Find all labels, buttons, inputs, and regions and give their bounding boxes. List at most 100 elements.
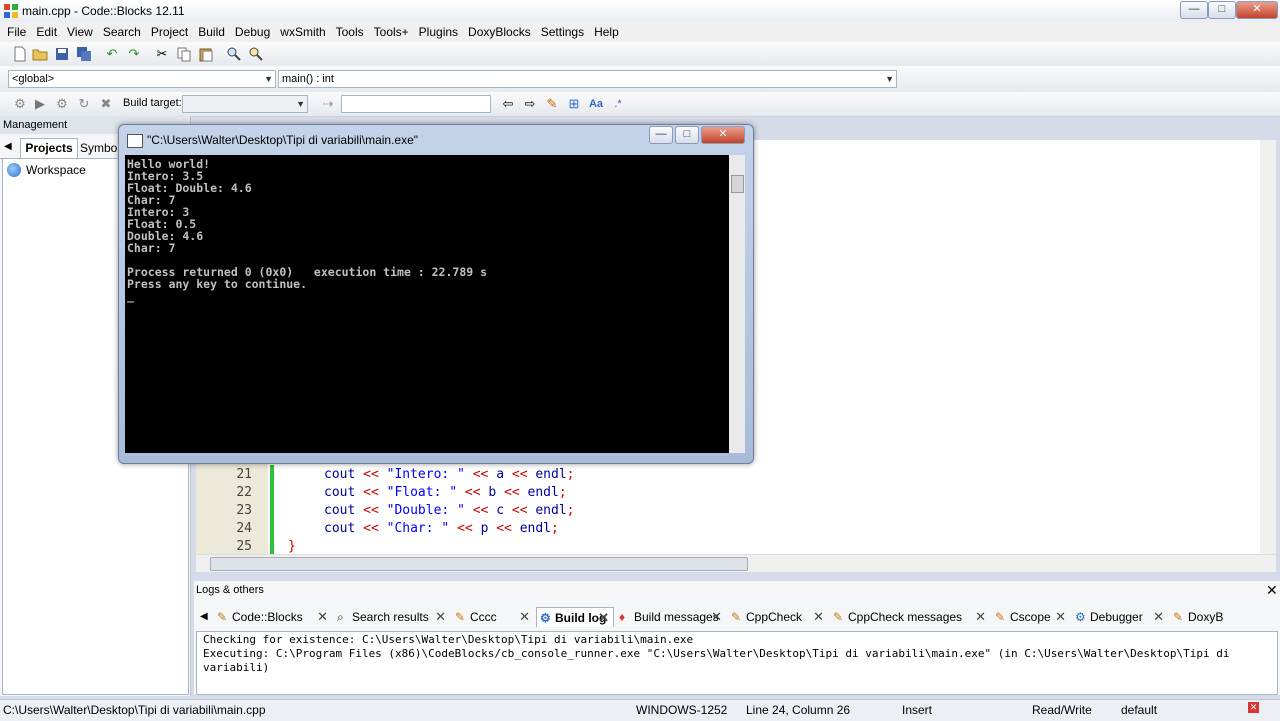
menu-file[interactable]: File [2,25,31,39]
log-tab-label: Build messages [634,610,719,624]
horizontal-scroll-thumb[interactable] [210,557,748,571]
minimize-button[interactable]: — [1180,1,1208,19]
menu-doxyblocks[interactable]: DoxyBlocks [463,25,536,39]
copy-icon[interactable] [176,46,192,62]
log-tab-debugger[interactable]: ⚙ Debugger ✕ [1072,607,1168,627]
regex-icon[interactable]: .* [610,96,626,112]
code-line[interactable]: 22 cout << "Float: " << b << endl; [196,484,1256,502]
open-folder-icon[interactable] [32,46,48,62]
menu-help[interactable]: Help [589,25,624,39]
menu-build[interactable]: Build [193,25,230,39]
code-token: << [504,467,536,482]
console-window[interactable]: "C:\Users\Walter\Desktop\Tipi di variabi… [118,124,754,464]
maximize-button[interactable]: □ [1208,1,1236,19]
close-button[interactable]: ✕ [1236,1,1278,19]
redo-icon[interactable]: ↷ [126,46,142,62]
log-tab-cppcheck[interactable]: ✎ CppCheck ✕ [728,607,828,627]
window-title-bar[interactable]: main.cpp - Code::Blocks 12.11 — □ ✕ [0,0,1280,22]
log-tab-build-log[interactable]: ⚙ Build log ✕ [536,607,614,627]
logs-scroll-left-icon[interactable]: ◀ [200,611,208,622]
selection-icon[interactable]: ⊞ [566,96,582,112]
close-tab-icon[interactable]: ✕ [317,607,328,627]
menu-view[interactable]: View [62,25,98,39]
close-tab-icon[interactable]: ✕ [813,607,824,627]
run-icon[interactable]: ▶ [32,96,48,112]
jump-icon[interactable]: ⇢ [320,96,336,112]
code-token: << [488,521,520,536]
code-token: << [457,485,489,500]
paste-icon[interactable] [198,46,214,62]
code-token: "Double: " [386,503,465,518]
log-tab-label: CppCheck messages [848,610,963,624]
gear-icon: ⚙ [540,611,551,625]
new-file-icon[interactable] [12,46,28,62]
code-token: endl [527,485,559,500]
log-tab-search-results[interactable]: ⌕ Search results ✕ [334,607,450,627]
status-file-path: C:\Users\Walter\Desktop\Tipi di variabil… [3,703,266,717]
tree-item-workspace[interactable]: Workspace [26,163,86,177]
editor-horizontal-scrollbar[interactable] [196,554,1276,572]
menu-tools-plus[interactable]: Tools+ [369,25,414,39]
cut-icon[interactable]: ✂ [154,46,170,62]
menu-edit[interactable]: Edit [31,25,62,39]
code-line[interactable]: 21 cout << "Intero: " << a << endl; [196,466,1256,484]
search-input[interactable] [341,95,491,113]
undo-icon[interactable]: ↶ [104,46,120,62]
console-close-button[interactable]: ✕ [701,126,745,144]
build-gear-icon[interactable]: ⚙ [12,96,28,112]
logs-close-icon[interactable]: ✕ [1266,582,1278,599]
log-tab-code-blocks[interactable]: ✎ Code::Blocks ✕ [214,607,332,627]
menu-search[interactable]: Search [98,25,146,39]
tab-scroll-left-icon[interactable]: ◀ [4,141,12,152]
find-icon[interactable] [226,46,242,62]
log-tab-cccc[interactable]: ✎ Cccc ✕ [452,607,534,627]
console-minimize-button[interactable]: — [649,126,673,144]
menu-plugins[interactable]: Plugins [414,25,463,39]
compiler-toolbar: ⚙ ▶ ⚙ ↻ ✖ Build target: ▼ ⇢ ⇦ ⇨ ✎ ⊞ Aa .… [0,92,1280,117]
close-tab-icon[interactable]: ✕ [711,607,722,627]
build-target-dropdown[interactable]: ▼ [182,95,308,113]
close-tab-icon[interactable]: ✕ [975,607,986,627]
close-tab-icon[interactable]: ✕ [435,607,446,627]
code-line[interactable]: 23 cout << "Double: " << c << endl; [196,502,1256,520]
menu-tools[interactable]: Tools [331,25,369,39]
scope-dropdown[interactable]: <global> ▼ [8,70,276,88]
menu-project[interactable]: Project [146,25,193,39]
close-tab-icon[interactable]: ✕ [1055,607,1066,627]
log-tab-doxyb[interactable]: ✎ DoxyB [1170,607,1230,627]
console-vertical-scrollbar[interactable] [729,155,745,453]
menu-wxsmith[interactable]: wxSmith [275,25,330,39]
log-tab-build-messages[interactable]: ♦ Build messages ✕ [616,607,726,627]
rebuild-icon[interactable]: ↻ [76,96,92,112]
code-token: cout [324,521,356,536]
code-line[interactable]: 24 cout << "Char: " << p << endl; [196,520,1256,538]
function-dropdown[interactable]: main() : int ▼ [278,70,897,88]
close-tab-icon[interactable]: ✕ [519,607,530,627]
menu-debug[interactable]: Debug [230,25,275,39]
status-bar: C:\Users\Walter\Desktop\Tipi di variabil… [0,699,1280,721]
save-icon[interactable] [54,46,70,62]
close-tab-icon[interactable]: ✕ [1153,607,1164,627]
log-tab-label: Cccc [470,610,497,624]
replace-icon[interactable] [248,46,264,62]
build-and-run-icon[interactable]: ⚙ [54,96,70,112]
console-maximize-button[interactable]: □ [675,126,699,144]
code-token: ; [566,467,575,482]
log-tab-label: Code::Blocks [232,610,303,624]
editor-vertical-scrollbar[interactable] [1260,140,1276,554]
console-scroll-thumb[interactable] [731,175,744,193]
tab-projects[interactable]: Projects [20,138,78,159]
log-tab-cscope[interactable]: ✎ Cscope ✕ [992,607,1070,627]
log-tab-cppcheck-messages[interactable]: ✎ CppCheck messages ✕ [830,607,990,627]
jump-forward-icon[interactable]: ⇨ [522,96,538,112]
menu-settings[interactable]: Settings [536,25,589,39]
abort-icon[interactable]: ✖ [98,96,114,112]
close-tab-icon[interactable]: ✕ [598,608,609,628]
highlight-icon[interactable]: ✎ [544,96,560,112]
code-token: c [496,503,505,518]
jump-back-icon[interactable]: ⇦ [500,96,516,112]
log-tab-label: Debugger [1090,610,1143,624]
tab-symbols[interactable]: Symbol [80,140,120,158]
match-case-icon[interactable]: Aa [588,96,604,112]
save-all-icon[interactable] [76,46,92,62]
